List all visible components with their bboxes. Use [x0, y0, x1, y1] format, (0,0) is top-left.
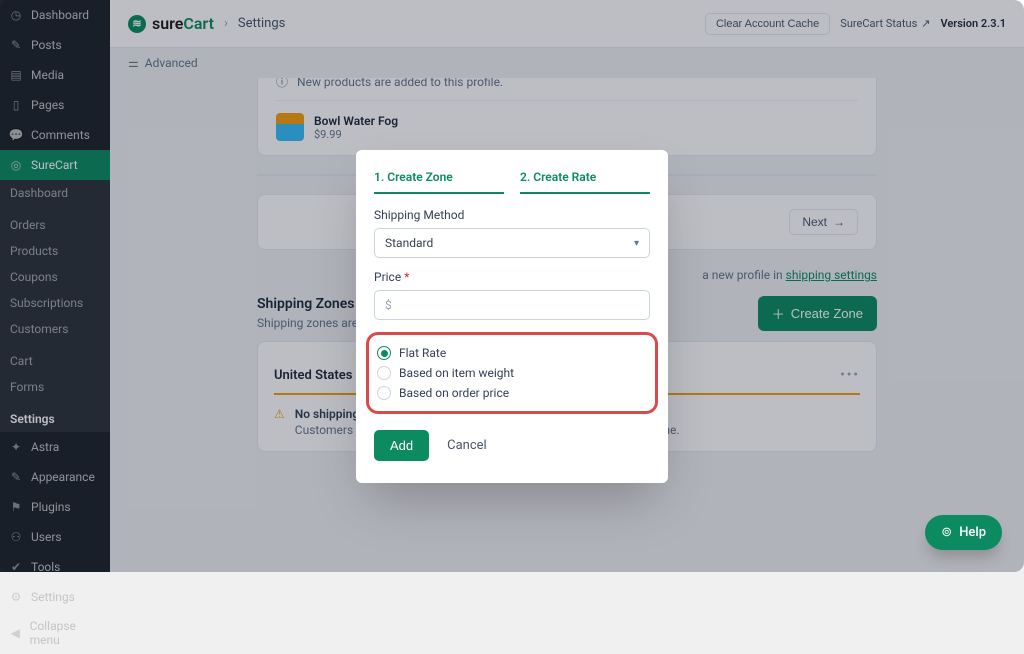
- price-input[interactable]: $: [374, 290, 650, 320]
- tab-create-zone[interactable]: 1. Create Zone: [374, 170, 504, 194]
- radio-item-weight[interactable]: Based on item weight: [377, 363, 647, 383]
- help-icon: ⊚: [941, 525, 952, 540]
- radio-order-price[interactable]: Based on order price: [377, 383, 647, 403]
- radio-dot-icon: [377, 366, 391, 380]
- shipping-method-label: Shipping Method: [374, 208, 650, 222]
- radio-dot-icon: [377, 386, 391, 400]
- menu-settings[interactable]: ⚙Settings: [0, 582, 110, 612]
- collapse-icon: ◀: [8, 625, 23, 641]
- menu-collapse[interactable]: ◀Collapse menu: [0, 612, 110, 654]
- settings-icon: ⚙: [8, 589, 24, 605]
- radio-flat-rate[interactable]: Flat Rate: [377, 343, 647, 363]
- add-button[interactable]: Add: [374, 430, 429, 461]
- tab-create-rate[interactable]: 2. Create Rate: [520, 170, 650, 194]
- radio-dot-icon: [377, 346, 391, 360]
- create-rate-modal: 1. Create Zone 2. Create Rate Shipping M…: [356, 150, 668, 483]
- cancel-button[interactable]: Cancel: [447, 438, 487, 453]
- shipping-method-value: Standard: [385, 236, 433, 250]
- rate-type-radio-group: Flat Rate Based on item weight Based on …: [366, 332, 658, 414]
- shipping-method-select[interactable]: Standard ▾: [374, 228, 650, 258]
- chevron-down-icon: ▾: [634, 238, 639, 249]
- price-label: Price *: [374, 270, 650, 284]
- help-fab-button[interactable]: ⊚ Help: [925, 515, 1002, 550]
